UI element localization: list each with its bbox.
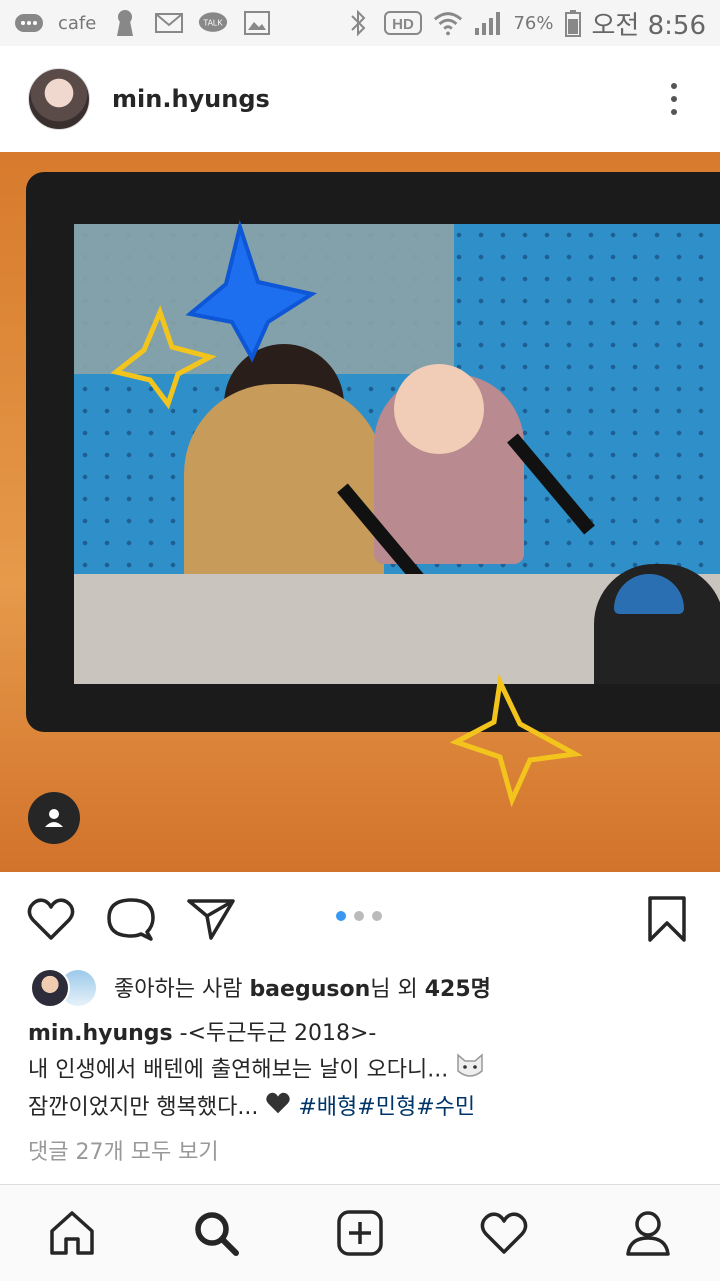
hashtag-link[interactable]: #수민: [416, 1095, 475, 1120]
avatar: [30, 968, 70, 1008]
star-doodles: [110, 219, 583, 808]
liker-username[interactable]: baeguson: [249, 977, 370, 1002]
action-bar: [0, 872, 720, 964]
liker-avatars: [30, 968, 102, 1008]
hd-label: HD: [393, 16, 415, 33]
person-icon: [45, 809, 63, 827]
more-vertical-icon: [671, 83, 677, 89]
more-vertical-icon-dot: [671, 96, 677, 102]
comment-icon: [107, 898, 155, 941]
activity-heart-icon: [480, 1212, 528, 1254]
hashtag-link[interactable]: #배형: [298, 1095, 357, 1120]
yellow-star-doodle: [449, 673, 583, 808]
user-tags-button[interactable]: [28, 792, 80, 844]
gallery-icon: [242, 8, 272, 38]
caption-line-3: 잠깐이었지만 행복했다... #배형#민형#수민: [28, 1090, 698, 1126]
avatar[interactable]: [28, 68, 90, 130]
caption-text: 잠깐이었지만 행복했다...: [28, 1095, 259, 1120]
nav-activity-button[interactable]: [476, 1205, 532, 1261]
nav-profile-button[interactable]: [620, 1205, 676, 1261]
cafe-label: cafe: [58, 12, 97, 34]
talk-icon: TALK: [198, 8, 228, 38]
share-button[interactable]: [186, 894, 236, 944]
comment-button[interactable]: [106, 894, 156, 944]
battery-percent: 76%: [513, 12, 554, 34]
likes-prefix: 좋아하는 사람: [114, 977, 250, 1002]
caption-username[interactable]: min.hyungs: [28, 1021, 173, 1046]
search-icon: [195, 1212, 239, 1256]
post-photo[interactable]: [0, 152, 720, 872]
nav-add-button[interactable]: [332, 1205, 388, 1261]
battery-icon: [564, 8, 582, 38]
status-bar: cafe TALK HD 76% 오전 8:56: [0, 0, 720, 46]
add-icon: [337, 1210, 383, 1256]
likes-text: 좋아하는 사람 baeguson님 외 425명: [114, 971, 491, 1003]
clock: 오전 8:56: [591, 10, 707, 41]
caption-title: -<두근두근 2018>-: [172, 1021, 377, 1046]
bottom-nav: [0, 1184, 720, 1281]
likes-row[interactable]: 좋아하는 사람 baeguson님 외 425명: [30, 966, 491, 1008]
keyhole-icon: [110, 8, 140, 38]
hd-icon: HD: [383, 8, 423, 38]
carousel-dot: [372, 911, 382, 921]
share-icon: [187, 899, 235, 940]
nav-home-button[interactable]: [44, 1205, 100, 1261]
caption-line-2: 내 인생에서 배텐에 출연해보는 날이 오다니...: [28, 1051, 698, 1090]
view-all-comments-link[interactable]: 댓글 27개 모두 보기: [28, 1134, 219, 1166]
post-caption: min.hyungs -<두근두근 2018>- 내 인생에서 배텐에 출연해보…: [28, 1016, 698, 1126]
yellow-star-doodle: [110, 304, 217, 410]
carousel-dot-active: [336, 911, 346, 921]
blue-star-doodle: [185, 219, 318, 363]
caption-text: 내 인생에서 배텐에 출연해보는 날이 오다니...: [28, 1057, 449, 1083]
likes-count[interactable]: 425명: [425, 977, 491, 1002]
like-button[interactable]: [26, 894, 76, 944]
more-options-button[interactable]: [664, 79, 684, 119]
post-username[interactable]: min.hyungs: [112, 85, 270, 113]
save-button[interactable]: [642, 894, 692, 944]
cat-emoji-icon: [455, 1051, 485, 1090]
chat-bubble-icon: [14, 8, 44, 38]
profile-icon: [626, 1211, 670, 1256]
nav-search-button[interactable]: [188, 1205, 244, 1261]
hashtag-link[interactable]: #민형: [357, 1095, 416, 1120]
black-heart-icon: [265, 1091, 291, 1126]
talk-label: TALK: [204, 19, 224, 28]
caption-line-1: min.hyungs -<두근두근 2018>-: [28, 1016, 698, 1051]
wifi-icon: [433, 8, 463, 38]
bluetooth-icon: [343, 8, 373, 38]
carousel-dot: [354, 911, 364, 921]
more-vertical-icon-dot: [671, 109, 677, 115]
post-header: min.hyungs: [0, 46, 720, 152]
home-icon: [50, 1211, 94, 1255]
mail-icon: [154, 8, 184, 38]
carousel-indicator: [336, 911, 382, 921]
bookmark-icon: [648, 896, 686, 942]
signal-icon: [473, 8, 503, 38]
heart-icon: [27, 898, 75, 940]
likes-suffix: 님 외: [370, 977, 425, 1002]
